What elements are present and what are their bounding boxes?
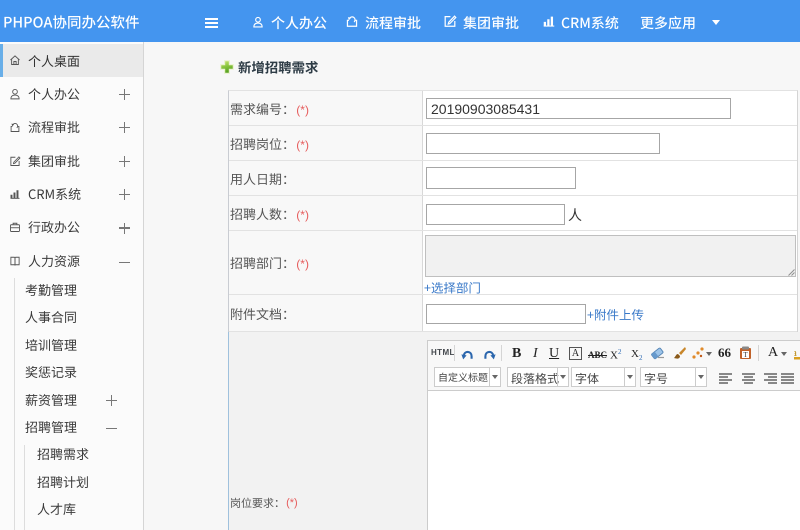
svg-text:T: T — [743, 351, 748, 359]
